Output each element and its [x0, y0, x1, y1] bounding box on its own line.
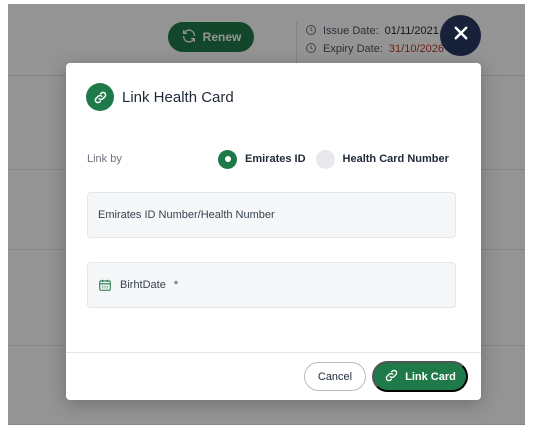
close-icon — [452, 24, 470, 47]
dialog-title: Link Health Card — [122, 88, 234, 106]
radio-health-card-number[interactable]: Health Card Number — [315, 149, 449, 169]
link-health-card-dialog: Link Health Card Link by Emirates ID Hea… — [66, 63, 481, 400]
dialog-footer: Cancel Link Card — [66, 352, 481, 400]
link-icon — [86, 83, 114, 111]
required-mark: * — [173, 279, 179, 291]
birthdate-label: BirhtDate — [120, 279, 166, 291]
link-by-label: Link by — [87, 153, 122, 165]
dialog-header: Link Health Card — [86, 83, 234, 111]
radio-button-unchecked[interactable] — [315, 149, 335, 169]
radio-emirates-id[interactable]: Emirates ID — [218, 149, 306, 169]
calendar-icon — [98, 278, 112, 292]
radio-label-emirates-id: Emirates ID — [245, 153, 306, 165]
id-number-field[interactable] — [87, 192, 456, 238]
id-number-input[interactable] — [98, 209, 438, 221]
radio-button-checked[interactable] — [218, 149, 237, 169]
cancel-button[interactable]: Cancel — [304, 362, 366, 391]
radio-label-health-card-number: Health Card Number — [342, 153, 449, 165]
link-card-button[interactable]: Link Card — [372, 361, 468, 392]
birthdate-field[interactable]: BirhtDate * — [87, 262, 456, 308]
link-card-label: Link Card — [405, 370, 456, 383]
link-icon — [384, 368, 399, 386]
close-button[interactable] — [440, 15, 481, 56]
link-by-group: Link by Emirates ID Health Card Number — [87, 149, 467, 169]
